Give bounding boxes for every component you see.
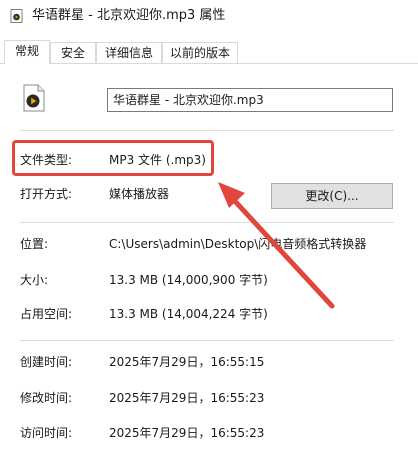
separator [20, 340, 394, 341]
tab-general-label: 常规 [14, 44, 39, 58]
tab-previous-versions-label: 以前的版本 [169, 46, 230, 60]
modified-label: 修改时间: [20, 391, 73, 405]
size-label: 大小: [20, 273, 49, 287]
separator [20, 130, 394, 131]
window-title: 华语群星 - 北京欢迎你.mp3 属性 [32, 8, 226, 23]
file-name-input[interactable]: 华语群星 - 北京欢迎你.mp3 [107, 88, 393, 112]
accessed-label: 访问时间: [20, 426, 73, 440]
size-on-disk-value: 13.3 MB (14,004,224 字节) [109, 307, 268, 321]
tab-details-label: 详细信息 [104, 46, 153, 60]
location-label: 位置: [20, 237, 49, 251]
tab-security[interactable]: 安全 [50, 42, 96, 64]
tab-strip: 常规 安全 详细信息 以前的版本 [0, 40, 418, 64]
separator [20, 222, 394, 223]
change-button[interactable]: 更改(C)... [271, 183, 393, 209]
tab-security-label: 安全 [60, 46, 85, 60]
location-value: C:\Users\admin\Desktop\闪电音频格式转换器 [109, 237, 367, 251]
tab-details[interactable]: 详细信息 [96, 42, 162, 64]
open-with-label: 打开方式: [20, 187, 73, 201]
media-file-icon [23, 84, 45, 112]
mp3-file-icon [10, 9, 23, 23]
tab-previous-versions[interactable]: 以前的版本 [162, 42, 238, 64]
size-on-disk-label: 占用空间: [20, 307, 73, 321]
created-label: 创建时间: [20, 355, 73, 369]
modified-value: 2025年7月29日，16:55:23 [109, 391, 265, 405]
created-value: 2025年7月29日，16:55:15 [109, 355, 265, 369]
highlight-box [12, 140, 214, 176]
tab-general[interactable]: 常规 [4, 40, 50, 64]
accessed-value: 2025年7月29日，16:55:23 [109, 426, 265, 440]
open-with-value: 媒体播放器 [109, 187, 170, 201]
title-bar: 华语群星 - 北京欢迎你.mp3 属性 [0, 0, 418, 32]
size-value: 13.3 MB (14,000,900 字节) [109, 273, 268, 287]
